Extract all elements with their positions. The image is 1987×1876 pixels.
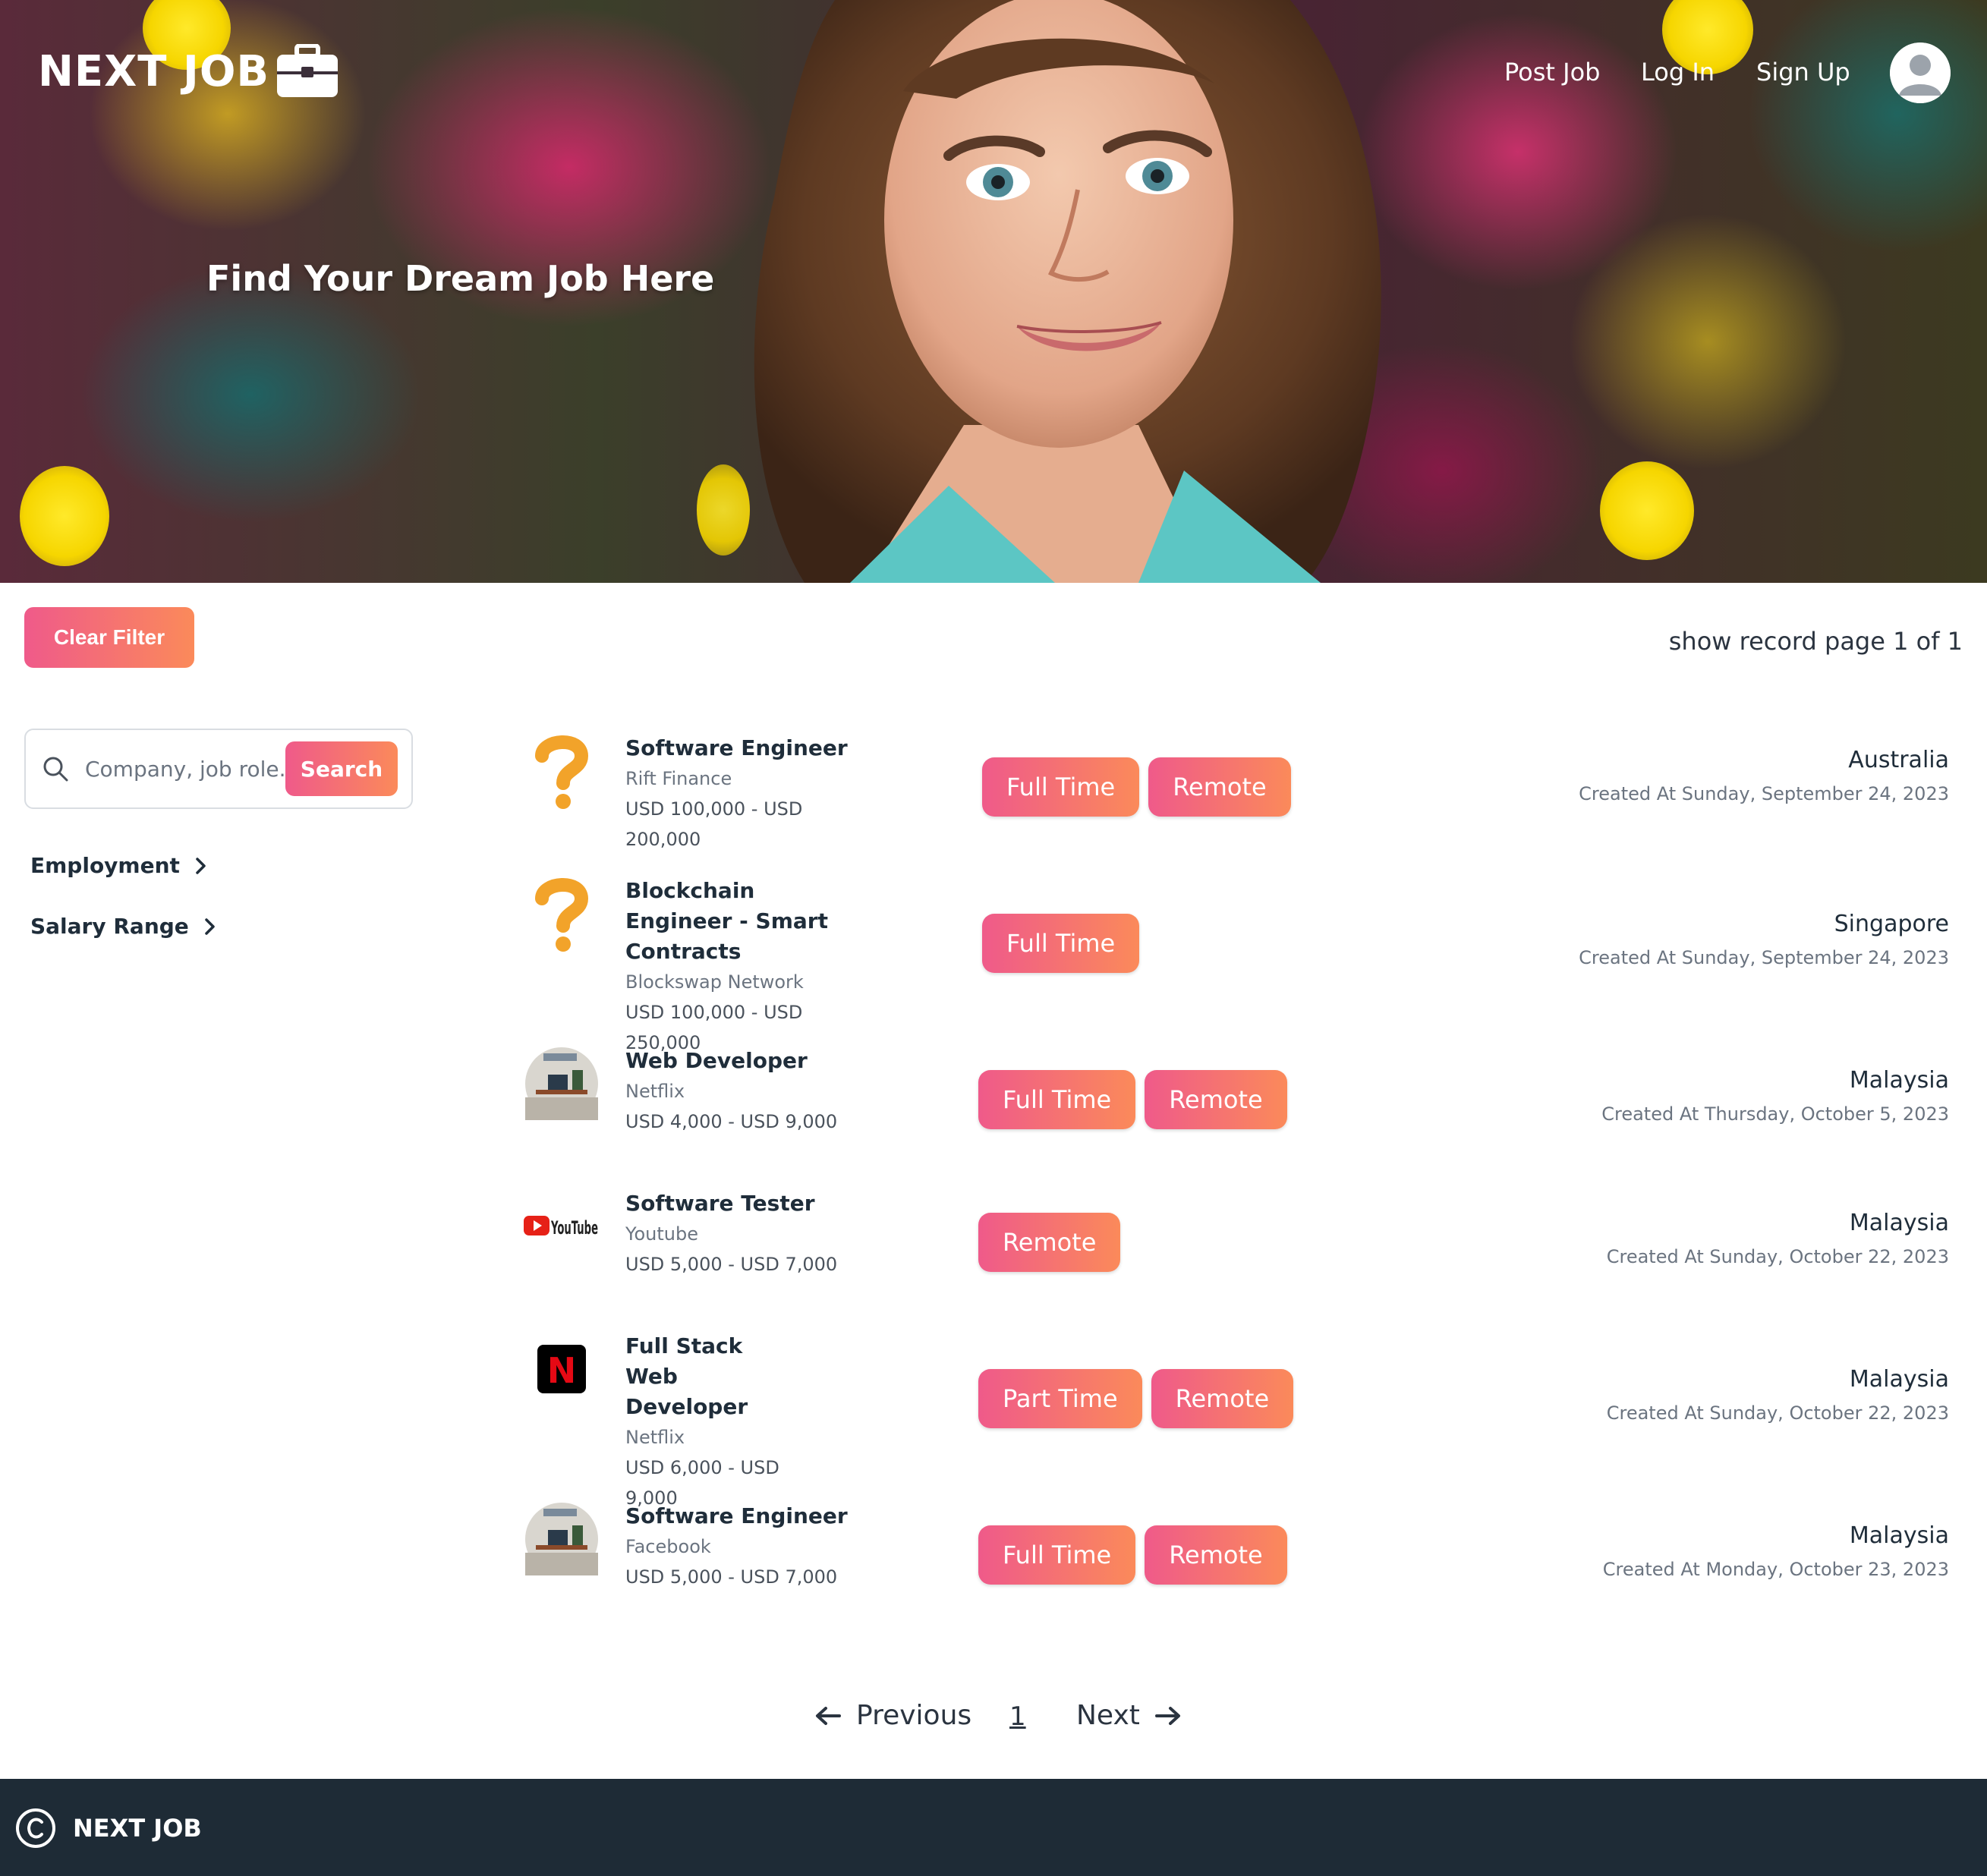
job-tag[interactable]: Full Time (978, 1070, 1136, 1129)
search-icon (43, 757, 68, 782)
job-list-item[interactable]: YouTube Software Tester Youtube USD 5,00… (524, 1188, 1958, 1295)
job-company: Netflix (625, 1081, 685, 1102)
job-title: Software Tester (625, 1191, 815, 1216)
job-location: Malaysia (1849, 1210, 1949, 1236)
job-list-item[interactable]: Web Developer Netflix USD 4,000 - USD 9,… (524, 1046, 1958, 1152)
question-mark-icon (535, 878, 589, 952)
filter-salary-range[interactable]: Salary Range (30, 914, 216, 939)
bokeh-light (20, 466, 109, 566)
job-title: Blockchain Engineer - Smart Contracts (625, 878, 828, 964)
next-label: Next (1076, 1700, 1140, 1731)
job-tag[interactable]: Full Time (982, 914, 1140, 973)
pagination: Previous 1 Next (0, 1700, 1987, 1745)
job-created-date: Created At Thursday, October 5, 2023 (1601, 1103, 1949, 1125)
footer: NEXT JOB (0, 1779, 1987, 1876)
company-logo: YouTube (524, 1188, 600, 1264)
next-page-button[interactable]: Next (1076, 1700, 1181, 1731)
footer-brand: NEXT JOB (73, 1814, 202, 1843)
job-salary: USD 5,000 - USD 7,000 (625, 1254, 838, 1275)
company-logo: N (524, 1331, 600, 1407)
job-company: Youtube (625, 1223, 698, 1245)
user-icon (1890, 42, 1951, 103)
nav-log-in-link[interactable]: Log In (1641, 58, 1715, 87)
job-tag[interactable]: Full Time (978, 1525, 1136, 1585)
logo-text: NEXT JOB (38, 46, 270, 96)
job-created-date: Created At Sunday, September 24, 2023 (1579, 947, 1949, 968)
netflix-logo-icon: N (537, 1345, 586, 1393)
page-number-link[interactable]: 1 (1009, 1701, 1026, 1732)
nav-sign-up-link[interactable]: Sign Up (1756, 58, 1850, 87)
job-tag[interactable]: Remote (1145, 1070, 1287, 1129)
company-logo (524, 733, 600, 809)
user-avatar-button[interactable] (1890, 42, 1951, 103)
job-location: Malaysia (1849, 1067, 1949, 1094)
job-list-item[interactable]: Software Engineer Rift Finance USD 100,0… (524, 733, 1958, 850)
youtube-logo-icon: YouTube (524, 1216, 598, 1239)
job-salary: USD 4,000 - USD 9,000 (625, 1111, 838, 1132)
bokeh-light (1600, 461, 1694, 560)
job-company: Blockswap Network (625, 971, 804, 993)
desk-photo-image (525, 1503, 598, 1575)
job-company: Facebook (625, 1536, 711, 1557)
record-page-info: show record page 1 of 1 (1668, 627, 1963, 656)
site-logo[interactable]: NEXT JOB (38, 44, 339, 99)
job-company: Netflix (625, 1427, 685, 1448)
filter-employment[interactable]: Employment (30, 853, 207, 878)
question-mark-icon (535, 735, 589, 809)
filter-label: Salary Range (30, 914, 189, 939)
job-tag[interactable]: Remote (978, 1213, 1121, 1272)
job-location: Australia (1848, 747, 1949, 773)
job-list-item[interactable]: N Full Stack Web Developer Netflix USD 6… (524, 1331, 1958, 1509)
search-box: Company, job role... Search (24, 729, 413, 809)
job-company: Rift Finance (625, 768, 732, 789)
job-salary: USD 100,000 - USD 200,000 (625, 798, 803, 850)
job-tag[interactable]: Part Time (978, 1369, 1142, 1428)
arrow-right-icon (1154, 1706, 1180, 1725)
netflix-logo-text: N (547, 1350, 577, 1391)
job-title: Full Stack Web Developer (625, 1333, 748, 1419)
briefcase-icon (277, 44, 339, 97)
job-created-date: Created At Sunday, September 24, 2023 (1579, 783, 1949, 804)
job-created-date: Created At Sunday, October 22, 2023 (1606, 1402, 1949, 1424)
clear-filter-button[interactable]: Clear Filter (24, 607, 194, 668)
job-salary: USD 5,000 - USD 7,000 (625, 1566, 838, 1588)
job-created-date: Created At Sunday, October 22, 2023 (1606, 1246, 1949, 1267)
job-tag[interactable]: Remote (1151, 1369, 1294, 1428)
job-tag[interactable]: Full Time (982, 757, 1140, 817)
job-title: Software Engineer (625, 1503, 848, 1528)
previous-label: Previous (856, 1700, 972, 1731)
job-title: Web Developer (625, 1048, 808, 1073)
desk-photo-image (525, 1047, 598, 1120)
job-location: Singapore (1834, 911, 1949, 937)
copyright-icon (16, 1808, 55, 1848)
chevron-right-icon (196, 857, 206, 874)
previous-page-button[interactable]: Previous (815, 1700, 971, 1731)
job-list-item[interactable]: Blockchain Engineer - Smart Contracts Bl… (524, 876, 1958, 1053)
job-list-item[interactable]: Software Engineer Facebook USD 5,000 - U… (524, 1501, 1958, 1607)
job-tag[interactable]: Remote (1145, 1525, 1287, 1585)
job-location: Malaysia (1849, 1366, 1949, 1393)
company-logo (524, 1046, 600, 1122)
hero-portrait-image (754, 0, 1381, 583)
arrow-left-icon (816, 1706, 841, 1725)
job-title: Software Engineer (625, 735, 848, 760)
chevron-right-icon (205, 918, 215, 935)
search-button[interactable]: Search (285, 741, 398, 796)
job-tag[interactable]: Remote (1148, 757, 1291, 817)
company-logo (524, 876, 600, 952)
youtube-logo-text: YouTube (550, 1217, 598, 1239)
job-created-date: Created At Monday, October 23, 2023 (1602, 1559, 1949, 1580)
company-logo (524, 1501, 600, 1577)
nav-post-job-link[interactable]: Post Job (1504, 58, 1600, 87)
filter-label: Employment (30, 853, 180, 878)
hero-title: Find Your Dream Job Here (206, 258, 715, 299)
job-location: Malaysia (1849, 1522, 1949, 1549)
search-input[interactable]: Company, job role... (85, 757, 285, 782)
